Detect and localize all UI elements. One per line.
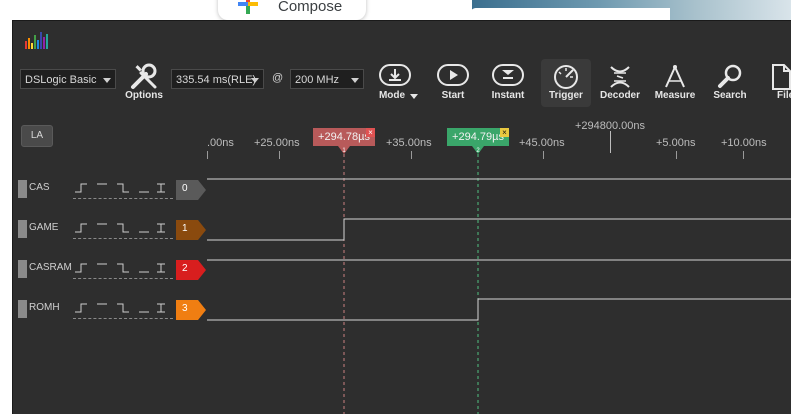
channel-row-casram: CASRAM 2 [13, 251, 791, 291]
channel-name[interactable]: CASRAM [29, 262, 72, 273]
channel-index: 0 [182, 183, 188, 194]
channel-row-cas: CAS 0 [13, 171, 791, 211]
trigger-options-icon[interactable] [73, 180, 173, 196]
channel-handle[interactable] [18, 300, 27, 318]
trigger-underline [73, 278, 173, 279]
trigger-options-icon[interactable] [73, 300, 173, 316]
channel-name[interactable]: GAME [29, 222, 58, 233]
trigger-underline [73, 198, 173, 199]
google-plus-icon [238, 0, 258, 14]
channel-handle[interactable] [18, 180, 27, 198]
channel-index: 1 [182, 223, 188, 234]
dslogic-window: DSLogic Basic Options 335.54 ms(RLE) @ 2… [12, 20, 791, 414]
channel-row-game: GAME 1 [13, 211, 791, 251]
channel-index: 2 [182, 263, 188, 274]
channel-handle[interactable] [18, 260, 27, 278]
compose-label: Compose [278, 0, 343, 15]
channel-name[interactable]: ROMH [29, 302, 60, 313]
channel-name[interactable]: CAS [29, 182, 50, 193]
compose-button[interactable]: Compose [218, 0, 366, 20]
trigger-options-icon[interactable] [73, 220, 173, 236]
trigger-options-icon[interactable] [73, 260, 173, 276]
channel-index-badge[interactable] [176, 300, 206, 320]
channel-row-romh: ROMH 3 [13, 291, 791, 331]
channel-index-badge[interactable] [176, 220, 206, 240]
channel-index-badge[interactable] [176, 260, 206, 280]
channel-index: 3 [182, 303, 188, 314]
trigger-underline [73, 318, 173, 319]
channel-handle[interactable] [18, 220, 27, 238]
channel-index-badge[interactable] [176, 180, 206, 200]
trigger-underline [73, 238, 173, 239]
